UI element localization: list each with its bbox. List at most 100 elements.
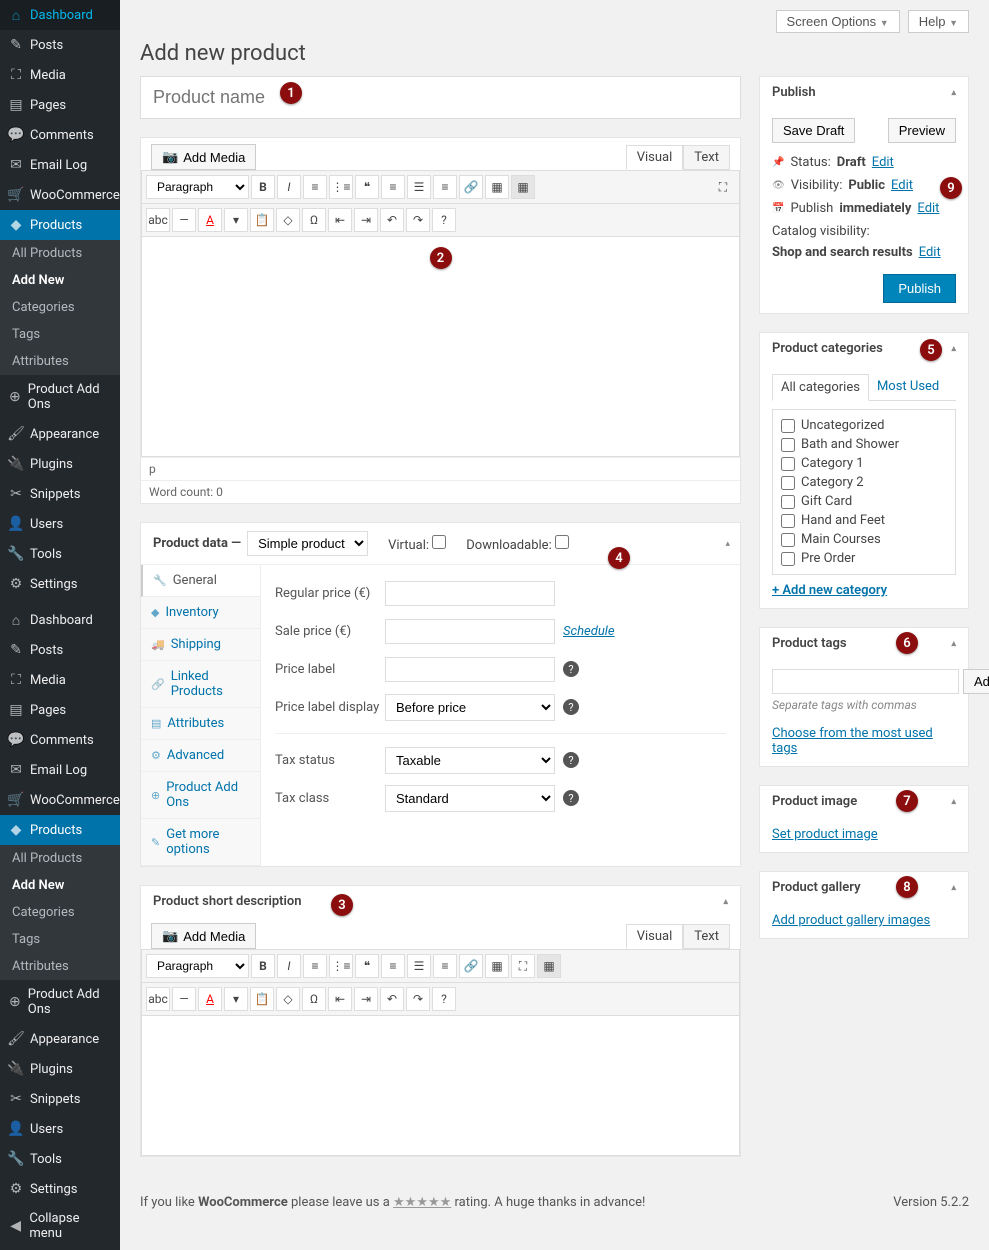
sidebar-sub-categories[interactable]: Categories [0,899,120,926]
category-checkbox[interactable] [781,533,795,547]
text-tab[interactable]: Text [683,145,730,170]
hr-icon[interactable]: — [172,208,196,232]
sidebar-sub-add-new[interactable]: Add New [0,872,120,899]
sidebar-item-users[interactable]: 👤Users [0,509,120,539]
pd-tab-attributes[interactable]: ▤Attributes [141,708,260,740]
sidebar-item-snippets[interactable]: ✂Snippets [0,479,120,509]
regular-price-input[interactable] [385,581,555,606]
sidebar-item-pages[interactable]: ▤Pages [0,695,120,725]
paragraph-select-2[interactable]: Paragraph [146,954,249,978]
sidebar-item-media[interactable]: ⛶Media [0,665,120,695]
bold-icon[interactable]: B [251,954,275,978]
all-categories-tab[interactable]: All categories [772,374,869,401]
align-left-icon[interactable]: ≡ [381,954,405,978]
tag-input[interactable] [772,669,959,694]
collapse-icon[interactable]: ▴ [723,897,728,907]
preview-button[interactable]: Preview [888,118,956,143]
visual-tab[interactable]: Visual [626,145,684,170]
sidebar-item-snippets[interactable]: ✂Snippets [0,1084,120,1114]
more-icon[interactable]: ▦ [485,175,509,199]
category-bath-and-shower[interactable]: Bath and Shower [781,435,947,454]
collapse-icon[interactable]: ▴ [951,344,956,354]
pd-tab-product-add-ons[interactable]: ⊕Product Add Ons [141,772,260,819]
help-icon[interactable]: ? [563,752,579,768]
sidebar-sub-add-new[interactable]: Add New [0,267,120,294]
number-list-icon[interactable]: ⋮≡ [329,954,353,978]
quote-icon[interactable]: ❝ [355,175,379,199]
sidebar-item-email-log[interactable]: ✉Email Log [0,150,120,180]
text-color-picker-icon[interactable]: ▾ [224,987,248,1011]
pd-tab-get-more-options[interactable]: ✎Get more options [141,819,260,866]
sidebar-item-posts[interactable]: ✎Posts [0,635,120,665]
edit-visibility-link[interactable]: Edit [891,178,913,193]
publish-button[interactable]: Publish [883,274,956,303]
bold-icon[interactable]: B [251,175,275,199]
category-category-1[interactable]: Category 1 [781,454,947,473]
save-draft-button[interactable]: Save Draft [772,118,855,143]
help-icon[interactable]: ? [432,208,456,232]
more-icon[interactable]: ▦ [485,954,509,978]
pd-tab-inventory[interactable]: ◆Inventory [141,597,260,629]
downloadable-label[interactable]: Downloadable: [466,535,569,553]
align-right-icon[interactable]: ≡ [433,954,457,978]
price-label-display-select[interactable]: Before price [385,694,555,721]
align-center-icon[interactable]: ☰ [407,175,431,199]
sidebar-item-product-add-ons[interactable]: ⊕Product Add Ons [0,375,120,419]
link-icon[interactable]: 🔗 [459,954,483,978]
indent-icon[interactable]: ⇥ [354,987,378,1011]
sidebar-item-comments[interactable]: 💬Comments [0,120,120,150]
main-editor[interactable]: 2 [141,237,740,457]
edit-catalog-link[interactable]: Edit [919,245,941,260]
sidebar-item-comments[interactable]: 💬Comments [0,725,120,755]
quote-icon[interactable]: ❝ [355,954,379,978]
sidebar-sub-all-products[interactable]: All Products [0,845,120,872]
collapse-icon[interactable]: ▴ [951,797,956,807]
category-hand-and-feet[interactable]: Hand and Feet [781,511,947,530]
align-left-icon[interactable]: ≡ [381,175,405,199]
undo-icon[interactable]: ↶ [380,987,404,1011]
sidebar-item-tools[interactable]: 🔧Tools [0,1144,120,1174]
edit-status-link[interactable]: Edit [872,155,894,170]
rating-stars[interactable]: ★★★★★ [393,1195,451,1210]
italic-icon[interactable]: I [277,175,301,199]
sidebar-item-products[interactable]: ◆Products [0,210,120,240]
sidebar-item-dashboard[interactable]: ⌂Dashboard [0,0,120,30]
sidebar-item-woocommerce[interactable]: 🛒WooCommerce [0,785,120,815]
text-tab-2[interactable]: Text [683,924,730,949]
sale-price-input[interactable] [385,619,555,644]
hr-icon[interactable]: — [172,987,196,1011]
redo-icon[interactable]: ↷ [406,208,430,232]
pd-tab-general[interactable]: 🔧General [141,565,260,597]
choose-tags-link[interactable]: Choose from the most used tags [772,726,933,756]
sidebar-item-email-log[interactable]: ✉Email Log [0,755,120,785]
sidebar-item-plugins[interactable]: 🔌Plugins [0,1054,120,1084]
align-center-icon[interactable]: ☰ [407,954,431,978]
sidebar-sub-categories[interactable]: Categories [0,294,120,321]
add-media-button-2[interactable]: 📷 Add Media [151,923,256,949]
number-list-icon[interactable]: ⋮≡ [329,175,353,199]
product-type-select[interactable]: Simple product [247,531,368,556]
sidebar-sub-tags[interactable]: Tags [0,321,120,348]
collapse-menu[interactable]: ◀Collapse menu [0,1204,120,1248]
redo-icon[interactable]: ↷ [406,987,430,1011]
toolbar-toggle-icon[interactable]: ▦ [537,954,561,978]
category-main-courses[interactable]: Main Courses [781,530,947,549]
clear-format-icon[interactable]: ◇ [276,987,300,1011]
italic-icon[interactable]: I [277,954,301,978]
undo-icon[interactable]: ↶ [380,208,404,232]
category-checkbox[interactable] [781,438,795,452]
short-desc-editor[interactable] [141,1016,740,1156]
screen-options-button[interactable]: Screen Options ▼ [776,10,900,33]
product-title-input[interactable] [140,76,741,119]
add-media-button[interactable]: 📷 Add Media [151,144,256,170]
category-category-2[interactable]: Category 2 [781,473,947,492]
category-checkbox[interactable] [781,552,795,566]
fullscreen-icon[interactable]: ⛶ [511,954,535,978]
sidebar-sub-attributes[interactable]: Attributes [0,953,120,980]
sidebar-item-woocommerce[interactable]: 🛒WooCommerce [0,180,120,210]
sidebar-sub-tags[interactable]: Tags [0,926,120,953]
bullet-list-icon[interactable]: ≡ [303,954,327,978]
fullscreen-icon[interactable]: ⛶ [711,175,735,199]
sidebar-item-products[interactable]: ◆Products [0,815,120,845]
category-checkbox[interactable] [781,476,795,490]
